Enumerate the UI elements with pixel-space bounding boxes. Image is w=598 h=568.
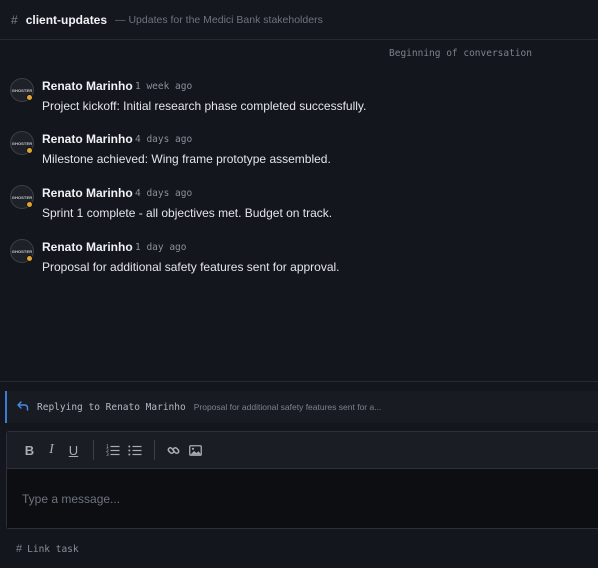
chat-app: # client-updates — Updates for the Medic…	[0, 0, 598, 568]
replying-to-label: Replying to Renato Marinho	[37, 401, 186, 413]
message-author[interactable]: Renato Marinho	[42, 79, 133, 93]
message-author[interactable]: Renato Marinho	[42, 186, 133, 200]
link-task-button[interactable]: # Link task	[16, 543, 79, 555]
message-timestamp: 4 days ago	[135, 188, 193, 199]
toolbar-divider	[93, 440, 94, 460]
message-author[interactable]: Renato Marinho	[42, 132, 133, 146]
conversation-start-divider: Beginning of conversation	[389, 48, 532, 59]
insert-image-button[interactable]	[185, 440, 206, 460]
message-composer: B I U 1 2 3	[6, 431, 598, 529]
insert-link-button[interactable]	[163, 440, 184, 460]
message-input[interactable]	[7, 469, 598, 528]
message-timestamp: 1 week ago	[135, 81, 193, 92]
status-indicator	[26, 94, 33, 101]
ordered-list-button[interactable]: 1 2 3	[102, 440, 123, 460]
message-text: Project kickoff: Initial research phase …	[42, 99, 367, 113]
status-indicator	[26, 147, 33, 154]
bold-button[interactable]: B	[19, 440, 40, 460]
reply-arrow-icon	[17, 400, 29, 414]
message-text: Milestone achieved: Wing frame prototype…	[42, 152, 331, 166]
reply-banner[interactable]: Replying to Renato Marinho Proposal for …	[5, 391, 598, 423]
channel-description: — Updates for the Medici Bank stakeholde…	[115, 13, 323, 26]
reply-preview-text: Proposal for additional safety features …	[193, 402, 382, 412]
status-indicator	[26, 255, 33, 262]
message-item[interactable]: GHOSTER Renato Marinho 4 days ago Sprint…	[10, 185, 590, 229]
underline-button[interactable]: U	[63, 440, 84, 460]
formatting-toolbar: B I U 1 2 3	[7, 432, 598, 469]
message-author[interactable]: Renato Marinho	[42, 240, 133, 254]
bullet-list-icon	[127, 445, 141, 456]
link-icon	[167, 446, 180, 454]
message-item[interactable]: GHOSTER Renato Marinho 1 week ago Projec…	[10, 78, 590, 122]
channel-name: client-updates	[25, 12, 108, 27]
toolbar-divider	[154, 440, 155, 460]
message-timestamp: 1 day ago	[135, 242, 187, 253]
status-indicator	[26, 201, 33, 208]
message-item[interactable]: GHOSTER Renato Marinho 1 day ago Proposa…	[10, 239, 590, 283]
message-timestamp: 4 days ago	[135, 134, 193, 145]
bullet-list-button[interactable]	[124, 440, 145, 460]
link-task-label: Link task	[27, 543, 79, 555]
message-list[interactable]: Beginning of conversation GHOSTER Renato…	[0, 40, 598, 382]
message-text: Proposal for additional safety features …	[42, 260, 340, 274]
svg-text:3: 3	[106, 452, 109, 456]
message-item[interactable]: GHOSTER Renato Marinho 4 days ago Milest…	[10, 131, 590, 175]
hash-icon: #	[16, 543, 23, 555]
image-icon	[189, 444, 202, 456]
message-text: Sprint 1 complete - all objectives met. …	[42, 206, 333, 220]
ordered-list-icon: 1 2 3	[106, 444, 119, 456]
italic-button[interactable]: I	[41, 440, 62, 460]
channel-hash-icon: #	[11, 12, 18, 27]
channel-header: # client-updates — Updates for the Medic…	[0, 0, 598, 40]
